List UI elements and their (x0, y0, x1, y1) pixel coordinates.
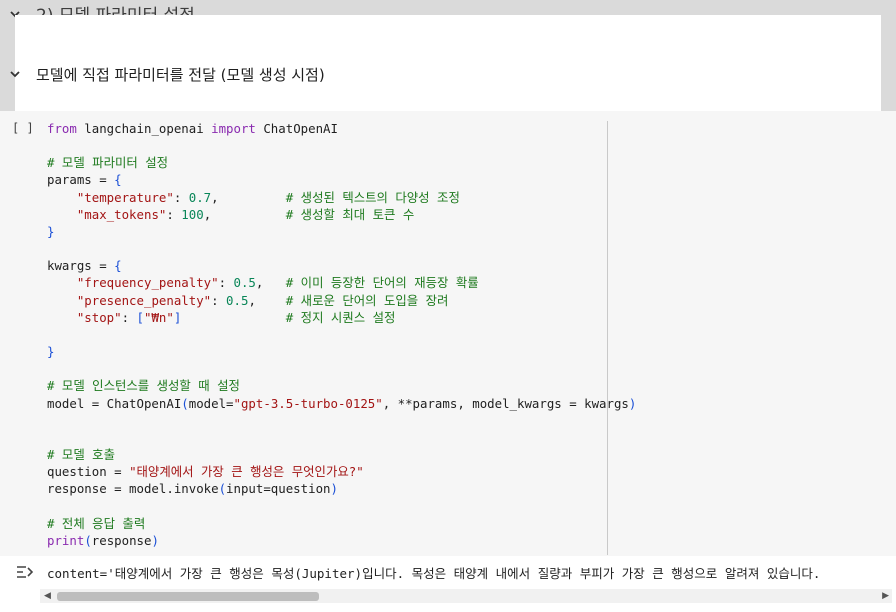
output-toggle-icon[interactable] (14, 562, 36, 582)
code-editor[interactable]: from langchain_openai import ChatOpenAI … (47, 120, 636, 549)
run-cell-button[interactable]: [ ] (12, 121, 34, 135)
scroll-right-arrow[interactable]: ▶ (882, 591, 889, 601)
chevron-down-icon[interactable] (0, 68, 30, 80)
scrollbar-thumb[interactable] (57, 592, 319, 601)
section-title: 모델에 직접 파라미터를 전달 (모델 생성 시점) (36, 65, 325, 84)
output-text: content='태양계에서 가장 큰 행성은 목성(Jupiter)입니다. … (47, 566, 821, 581)
section-header-direct-params[interactable]: 모델에 직접 파라미터를 전달 (모델 생성 시점) (0, 58, 896, 90)
horizontal-scrollbar[interactable]: ◀ ▶ (40, 589, 892, 603)
scroll-left-arrow[interactable]: ◀ (44, 591, 51, 601)
ruler-line (607, 121, 608, 555)
